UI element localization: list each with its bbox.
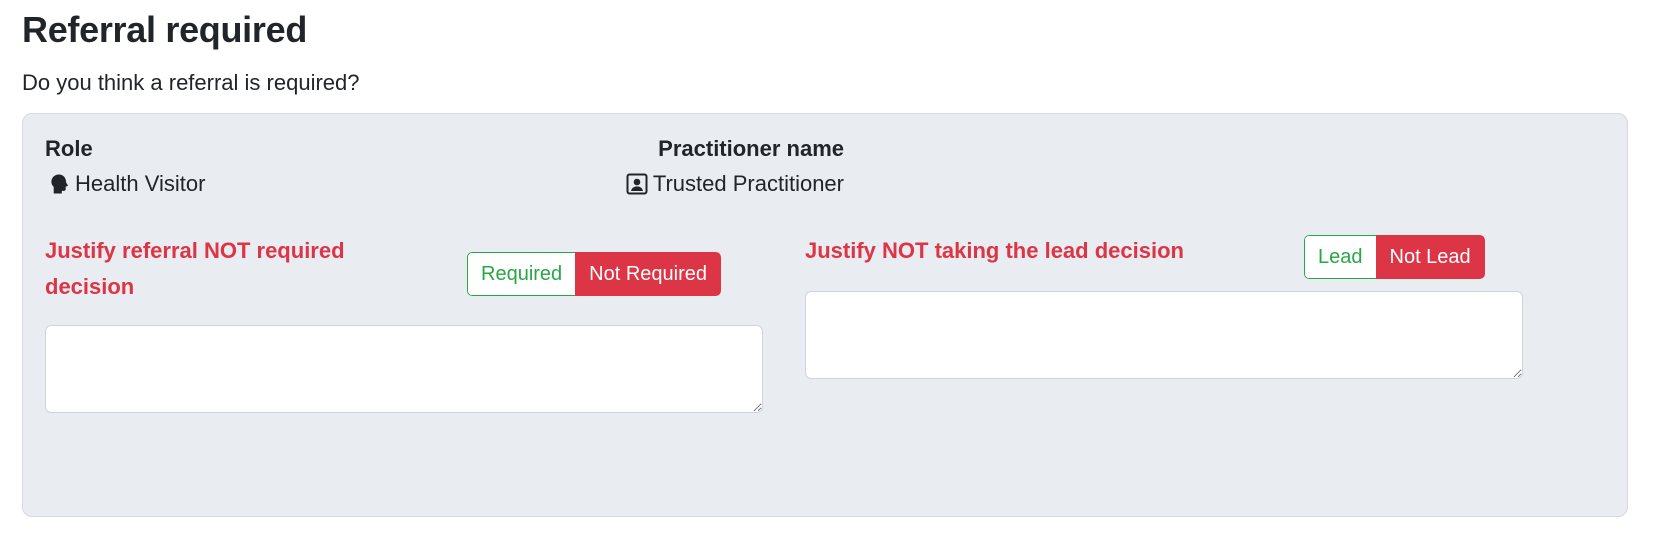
practitioner-label: Practitioner name	[658, 136, 844, 161]
referral-justification-textarea[interactable]	[45, 325, 763, 413]
referral-justify-title-line2: decision	[45, 274, 135, 299]
not-lead-button[interactable]: Not Lead	[1375, 235, 1485, 279]
practitioner-value-row: Trusted Practitioner	[625, 169, 844, 199]
role-value: Health Visitor	[75, 171, 206, 196]
not-required-button[interactable]: Not Required	[575, 252, 722, 296]
referral-card: Role Health Visitor Practitioner name Tr…	[22, 113, 1628, 517]
role-value-row: Health Visitor	[47, 169, 205, 199]
lead-button[interactable]: Lead	[1304, 235, 1376, 279]
role-label: Role	[45, 136, 93, 161]
referral-justify-title: Justify referral NOT required decision	[45, 233, 345, 305]
head-profile-icon	[47, 172, 71, 196]
required-button[interactable]: Required	[467, 252, 576, 296]
referral-justify-title-line1: Justify referral NOT required	[45, 238, 345, 263]
page-question: Do you think a referral is required?	[22, 70, 360, 95]
contact-card-icon	[625, 172, 649, 196]
lead-justification-textarea[interactable]	[805, 291, 1523, 379]
lead-justify-title: Justify NOT taking the lead decision	[805, 238, 1184, 263]
lead-toggle-group: Lead Not Lead	[1304, 235, 1485, 279]
page-title: Referral required	[22, 9, 308, 50]
practitioner-value: Trusted Practitioner	[652, 171, 844, 196]
referral-toggle-group: Required Not Required	[467, 252, 722, 296]
